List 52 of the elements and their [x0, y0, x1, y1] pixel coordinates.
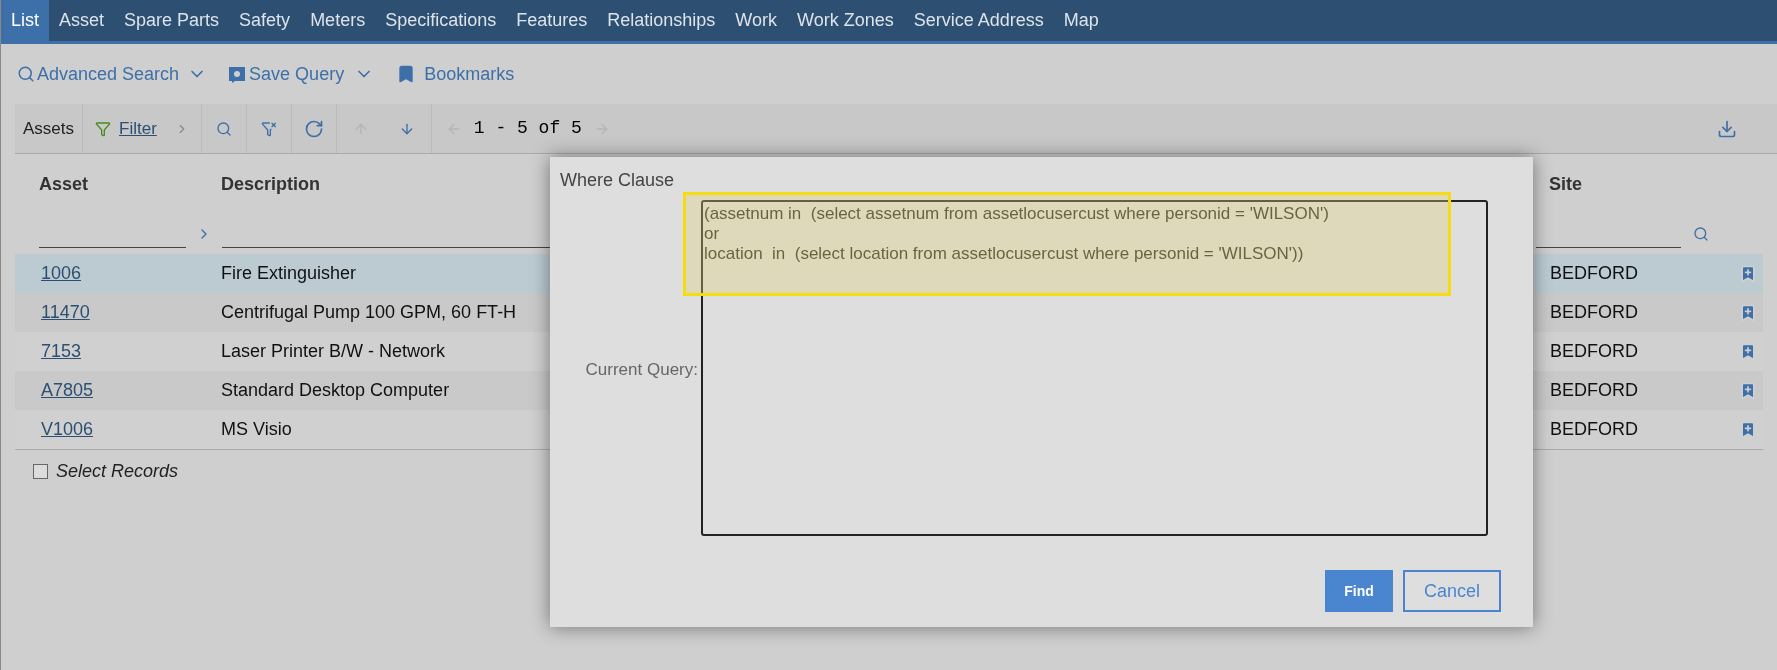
find-button[interactable]: Find	[1325, 570, 1393, 612]
download-icon[interactable]	[1717, 118, 1737, 139]
nav-tab[interactable]: Safety	[229, 0, 301, 41]
table-cell-text: BEDFORD	[1550, 340, 1639, 363]
refresh-icon[interactable]	[303, 118, 324, 139]
clear-filter-icon[interactable]	[260, 120, 277, 137]
table-cell-text: MS Visio	[221, 418, 293, 441]
save-icon	[229, 65, 246, 83]
query-field[interactable]: (assetnum in (select assetnum from assetlocusercust where personid = 'WILSON') or location in (select location from assetlocusercust where personid = 'WILSON'))	[701, 200, 1488, 536]
nav-tab[interactable]: Work	[725, 0, 787, 41]
column-header: Description	[221, 172, 322, 196]
table-cell-text: BEDFORD	[1550, 262, 1639, 285]
table-title: Assets	[15, 104, 84, 153]
nav-tab[interactable]: Relationships	[597, 0, 726, 41]
filter-link[interactable]: Filter	[119, 115, 157, 142]
nav-tab[interactable]: Asset	[49, 0, 115, 41]
advanced-search-button[interactable]: Advanced Search	[17, 60, 208, 88]
search-icon	[17, 65, 35, 83]
table-cell-text: Fire Extinguisher	[221, 262, 358, 285]
nav-tab[interactable]: Spare Parts	[114, 0, 230, 41]
nav-tab[interactable]: Work Zones	[787, 0, 904, 41]
column-header: Site	[1548, 172, 1582, 196]
nav-tab[interactable]: Map	[1053, 0, 1109, 41]
asset-link[interactable]: 11470	[41, 299, 221, 326]
nav-tab[interactable]: Specifications	[375, 0, 507, 41]
table-cell-text: Laser Printer B/W - Network	[221, 340, 447, 363]
column-header: Asset	[38, 172, 90, 196]
asset-link[interactable]: 7153	[41, 338, 221, 365]
filter-icon	[95, 120, 112, 137]
bookmark-add-icon[interactable]	[1738, 263, 1758, 284]
nav-tab[interactable]: Meters	[300, 0, 376, 41]
asset-link[interactable]: V1006	[41, 416, 221, 443]
nav-tab[interactable]: Features	[506, 0, 598, 41]
nav-tab[interactable]: Service Address	[903, 0, 1054, 41]
table-cell-text: BEDFORD	[1550, 379, 1639, 402]
checkbox-label: Select Records	[56, 460, 179, 483]
table-cell-text: BEDFORD	[1550, 301, 1639, 324]
pagination-text: 1 - 5 of 5	[473, 117, 582, 140]
search-icon[interactable]	[1693, 226, 1709, 242]
bookmarks-button[interactable]: Bookmarks	[396, 60, 515, 88]
checkbox[interactable]	[33, 464, 48, 479]
table-cell-text: BEDFORD	[1550, 418, 1639, 441]
dialog-title: Where Clause	[560, 170, 675, 190]
table-cell-text: Centrifugal Pump 100 GPM, 60 FT-H	[221, 301, 518, 324]
asset-link[interactable]: 1006	[41, 260, 221, 287]
table-cell-text: Standard Desktop Computer	[221, 379, 451, 402]
search-icon[interactable]	[215, 120, 232, 137]
field-label: Current Query:	[585, 360, 698, 379]
nav-tab[interactable]: List	[1, 0, 49, 41]
cancel-button[interactable]: Cancel	[1403, 570, 1501, 612]
save-query-button[interactable]: Save Query	[229, 60, 375, 88]
asset-link[interactable]: A7805	[41, 377, 221, 404]
